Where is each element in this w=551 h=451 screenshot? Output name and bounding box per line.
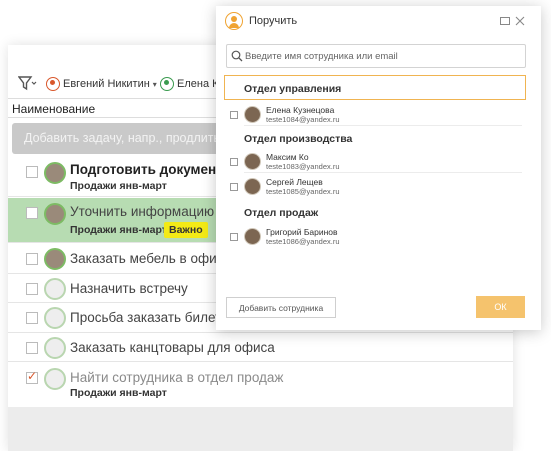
employee-checkbox[interactable] — [230, 183, 238, 191]
employee-email: teste1085@yandex.ru — [266, 187, 340, 196]
dialog-header: Поручить — [216, 6, 541, 38]
task-checkbox[interactable] — [26, 283, 38, 295]
chevron-down-icon: ▾ — [152, 79, 157, 89]
avatar — [44, 162, 66, 184]
avatar — [244, 106, 261, 123]
second-user-chip[interactable]: Елена Ку — [160, 75, 224, 93]
employee-name: Григорий Баринов — [266, 227, 338, 237]
task-title: Назначить встречу — [70, 281, 188, 296]
search-box — [226, 44, 526, 68]
divider — [244, 172, 522, 173]
task-checkbox[interactable] — [26, 207, 38, 219]
avatar — [44, 248, 66, 270]
avatar — [244, 228, 261, 245]
employee-item[interactable]: Григорий Баринов teste1086@yandex.ru — [230, 225, 522, 249]
search-input[interactable] — [245, 48, 521, 64]
check-icon: ✓ — [27, 369, 38, 383]
employee-email: teste1083@yandex.ru — [266, 162, 340, 171]
employee-checkbox[interactable] — [230, 158, 238, 166]
employee-item[interactable]: Елена Кузнецова teste1084@yandex.ru — [230, 103, 522, 127]
department-title[interactable]: Отдел производства — [244, 133, 352, 145]
avatar — [44, 337, 66, 359]
task-checkbox[interactable] — [26, 253, 38, 265]
task-title: Заказать канцтовары для офиса — [70, 340, 275, 355]
task-title: Уточнить информацию по — [70, 204, 233, 219]
employee-email: teste1084@yandex.ru — [266, 115, 340, 124]
task-checkbox[interactable] — [26, 166, 38, 178]
assignee-filter-label: Евгений Никитин — [63, 78, 150, 90]
task-checkbox[interactable] — [26, 342, 38, 354]
search-icon — [231, 50, 243, 62]
employee-email: teste1086@yandex.ru — [266, 237, 340, 246]
maximize-icon[interactable] — [499, 15, 511, 27]
employee-name: Елена Кузнецова — [266, 105, 335, 115]
filter-icon[interactable] — [18, 75, 38, 91]
task-project[interactable]: Продажи янв-март — [70, 387, 167, 399]
task-checkbox[interactable] — [26, 312, 38, 324]
assignee-filter-chip[interactable]: Евгений Никитин ▾ — [46, 75, 157, 93]
dialog-title: Поручить — [249, 15, 298, 27]
avatar — [44, 278, 66, 300]
employee-item[interactable]: Максим Ко teste1083@yandex.ru — [230, 150, 522, 174]
important-badge: Важно — [164, 222, 208, 238]
department-title[interactable]: Отдел управления — [244, 83, 341, 95]
task-row[interactable]: ✓ Найти сотрудника в отдел продаж Продаж… — [8, 363, 513, 405]
avatar — [244, 178, 261, 195]
employee-checkbox[interactable] — [230, 233, 238, 241]
task-title: Найти сотрудника в отдел продаж — [70, 370, 284, 385]
divider — [244, 125, 522, 126]
employee-checkbox[interactable] — [230, 111, 238, 119]
avatar — [44, 368, 66, 390]
user-icon — [46, 77, 60, 91]
avatar — [44, 307, 66, 329]
avatar — [244, 153, 261, 170]
add-employee-button[interactable]: Добавить сотрудника — [226, 297, 336, 318]
avatar — [44, 203, 66, 225]
user-icon — [160, 77, 174, 91]
task-title: Заказать мебель в офис — [70, 251, 224, 266]
task-project[interactable]: Продажи янв-март — [70, 180, 167, 192]
task-title: Просьба заказать билет на — [70, 310, 240, 325]
assign-dialog: Поручить Отдел управления Елена Кузнецов… — [216, 6, 541, 330]
task-project[interactable]: Продажи янв-март — [70, 224, 167, 236]
ok-button[interactable]: ОК — [476, 296, 525, 318]
user-icon — [225, 12, 243, 30]
department-title[interactable]: Отдел продаж — [244, 207, 318, 219]
employee-name: Максим Ко — [266, 152, 309, 162]
task-title: Подготовить документы — [70, 162, 235, 177]
employee-item[interactable]: Сергей Лещев teste1085@yandex.ru — [230, 175, 522, 199]
close-icon[interactable] — [514, 15, 526, 27]
employee-name: Сергей Лещев — [266, 177, 323, 187]
task-row[interactable]: Заказать канцтовары для офиса — [8, 334, 513, 362]
list-footer — [8, 407, 513, 451]
